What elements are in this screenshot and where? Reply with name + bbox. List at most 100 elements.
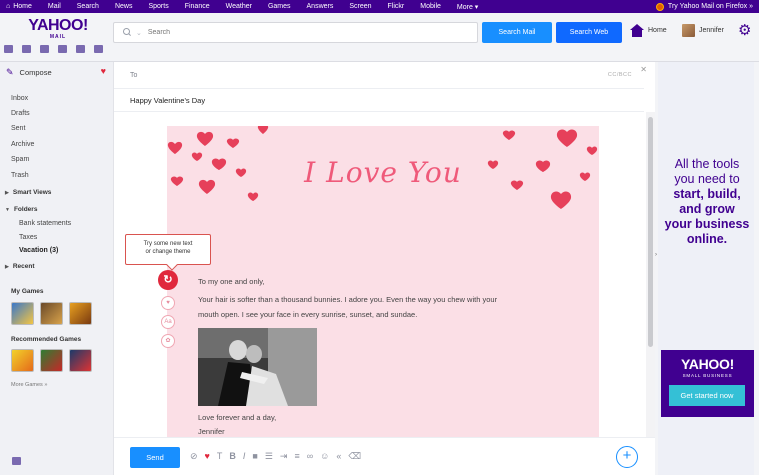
logo-subtext: MAIL bbox=[49, 34, 67, 40]
ad-logo: YAHOO! bbox=[681, 356, 734, 372]
plain-text-icon[interactable]: « bbox=[336, 451, 341, 462]
yahoo-mail-logo[interactable]: YAHOO! MAIL bbox=[28, 18, 88, 41]
folder-trash[interactable]: Trash bbox=[11, 172, 29, 179]
stationery-icon[interactable]: ♥ bbox=[205, 451, 210, 462]
link-icon[interactable]: ∞ bbox=[307, 451, 313, 462]
text-color-icon[interactable]: ■ bbox=[252, 451, 257, 462]
folder-sent[interactable]: Sent bbox=[11, 125, 25, 132]
collapse-sidebar-icon[interactable] bbox=[12, 457, 21, 465]
nav-home-label: Home bbox=[13, 3, 32, 10]
game-tile[interactable] bbox=[11, 349, 34, 372]
stationery-text-icon[interactable]: Aa bbox=[161, 315, 175, 329]
notepad-icon[interactable] bbox=[58, 45, 67, 53]
newsfeed-icon[interactable] bbox=[94, 45, 103, 53]
indent-icon[interactable]: ⇥ bbox=[280, 451, 288, 462]
nav-news[interactable]: News bbox=[115, 3, 133, 10]
to-label: To bbox=[130, 72, 138, 79]
compose-pane: To CC/BCC ✕ Happy Valentine's Day I Love… bbox=[113, 62, 656, 475]
bold-icon[interactable]: B bbox=[229, 451, 236, 462]
folder-vacation[interactable]: Vacation (3) bbox=[19, 247, 58, 254]
game-tile[interactable] bbox=[11, 302, 34, 325]
more-games-link[interactable]: More Games » bbox=[11, 382, 47, 388]
scrollbar-thumb[interactable] bbox=[648, 117, 653, 347]
nav-flickr[interactable]: Flickr bbox=[388, 3, 405, 10]
add-button[interactable]: + bbox=[616, 446, 638, 468]
close-icon[interactable]: ✕ bbox=[640, 65, 647, 74]
calendar-icon[interactable] bbox=[40, 45, 49, 53]
firefox-promo-link[interactable]: Try Yahoo Mail on Firefox » bbox=[655, 0, 753, 13]
smart-views-toggle[interactable]: ▶ Smart Views bbox=[5, 189, 51, 196]
subject-field[interactable]: Happy Valentine's Day bbox=[130, 96, 205, 105]
messenger-icon[interactable] bbox=[76, 45, 85, 53]
nav-weather[interactable]: Weather bbox=[226, 3, 252, 10]
game-tile[interactable] bbox=[40, 349, 63, 372]
folder-taxes[interactable]: Taxes bbox=[19, 234, 37, 241]
italic-icon[interactable]: I bbox=[243, 451, 246, 462]
user-name: Jennifer bbox=[699, 27, 724, 34]
trash-icon[interactable]: ⌫ bbox=[348, 451, 361, 462]
heart-icon[interactable]: ♥ bbox=[101, 66, 106, 76]
top-nav-bar: ⌂ Home Mail Search News Sports Finance We… bbox=[0, 0, 759, 13]
folder-inbox[interactable]: Inbox bbox=[11, 95, 28, 102]
nav-more[interactable]: More ▾ bbox=[457, 3, 478, 11]
stationery-sticker-icon[interactable]: ✿ bbox=[161, 334, 175, 348]
my-games-heading: My Games bbox=[11, 288, 44, 295]
nav-games[interactable]: Games bbox=[268, 3, 291, 10]
emoji-icon[interactable]: ☺ bbox=[320, 451, 329, 462]
nav-mail[interactable]: Mail bbox=[48, 3, 61, 10]
folder-bank-statements[interactable]: Bank statements bbox=[19, 220, 71, 227]
search-scope-chevron-icon[interactable]: ⌄ bbox=[136, 29, 142, 37]
bullet-list-icon[interactable]: ☰ bbox=[265, 451, 273, 462]
font-size-icon[interactable]: T bbox=[217, 451, 223, 462]
nav-finance[interactable]: Finance bbox=[185, 3, 210, 10]
folders-toggle[interactable]: ▼ Folders bbox=[5, 206, 37, 213]
search-input[interactable] bbox=[147, 29, 477, 36]
letter-closing: Love forever and a day, bbox=[198, 413, 277, 422]
caret-down-icon: ▼ bbox=[5, 206, 10, 213]
align-icon[interactable]: ≡ bbox=[294, 451, 299, 462]
send-button[interactable]: Send bbox=[130, 447, 180, 468]
search-mail-button[interactable]: Search Mail bbox=[482, 22, 552, 43]
cc-bcc-link[interactable]: CC/BCC bbox=[608, 72, 632, 78]
to-row[interactable]: To CC/BCC bbox=[114, 62, 644, 89]
folder-sidebar: ✎ Compose ♥ Inbox Drafts Sent Archive Sp… bbox=[0, 62, 112, 475]
nav-sports[interactable]: Sports bbox=[148, 3, 168, 10]
recent-toggle[interactable]: ▶ Recent bbox=[5, 263, 35, 270]
header-home-link[interactable]: Home bbox=[630, 24, 667, 37]
folder-archive[interactable]: Archive bbox=[11, 141, 34, 148]
ad-copy: All the tools you need to start, build, … bbox=[664, 157, 750, 247]
nav-answers[interactable]: Answers bbox=[307, 3, 334, 10]
folders-label: Folders bbox=[13, 206, 38, 213]
game-tile[interactable] bbox=[69, 349, 92, 372]
tooltip-line2: or change theme bbox=[145, 249, 191, 255]
stationery-card[interactable]: I Love You To my one and only, Your hair… bbox=[167, 126, 599, 438]
attach-icon[interactable]: ⊘ bbox=[190, 451, 198, 462]
get-started-button[interactable]: Get started now bbox=[669, 385, 745, 406]
search-web-button[interactable]: Search Web bbox=[556, 22, 622, 43]
stationery-heart-icon[interactable]: ♥ bbox=[161, 296, 175, 310]
compose-button[interactable]: ✎ Compose ♥ bbox=[6, 66, 106, 78]
letter-greeting: To my one and only, bbox=[198, 277, 265, 286]
advertisement[interactable]: All the tools you need to start, build, … bbox=[658, 62, 754, 475]
nav-search[interactable]: Search bbox=[77, 3, 99, 10]
game-tile[interactable] bbox=[69, 302, 92, 325]
game-tile[interactable] bbox=[40, 302, 63, 325]
contacts-icon[interactable] bbox=[22, 45, 31, 53]
gear-icon[interactable]: ⚙ bbox=[738, 23, 751, 38]
nav-home[interactable]: ⌂ Home bbox=[6, 3, 32, 10]
folder-drafts[interactable]: Drafts bbox=[11, 110, 30, 117]
search-icon bbox=[123, 28, 132, 37]
house-icon bbox=[630, 24, 644, 37]
ad-logo-sub: SMALL BUSINESS bbox=[682, 373, 733, 378]
nav-mobile[interactable]: Mobile bbox=[420, 3, 441, 10]
mail-icon[interactable] bbox=[4, 45, 13, 53]
recommended-games-heading: Recommended Games bbox=[11, 336, 82, 343]
user-profile-link[interactable]: Jennifer bbox=[682, 24, 724, 37]
change-theme-button[interactable]: ↻ bbox=[158, 270, 178, 290]
compose-scrollbar[interactable] bbox=[646, 112, 655, 437]
ad-line: All the tools bbox=[674, 157, 740, 171]
embedded-photo[interactable] bbox=[198, 328, 317, 406]
subject-row[interactable]: Happy Valentine's Day bbox=[114, 89, 644, 112]
folder-spam[interactable]: Spam bbox=[11, 156, 29, 163]
nav-screen[interactable]: Screen bbox=[349, 3, 371, 10]
